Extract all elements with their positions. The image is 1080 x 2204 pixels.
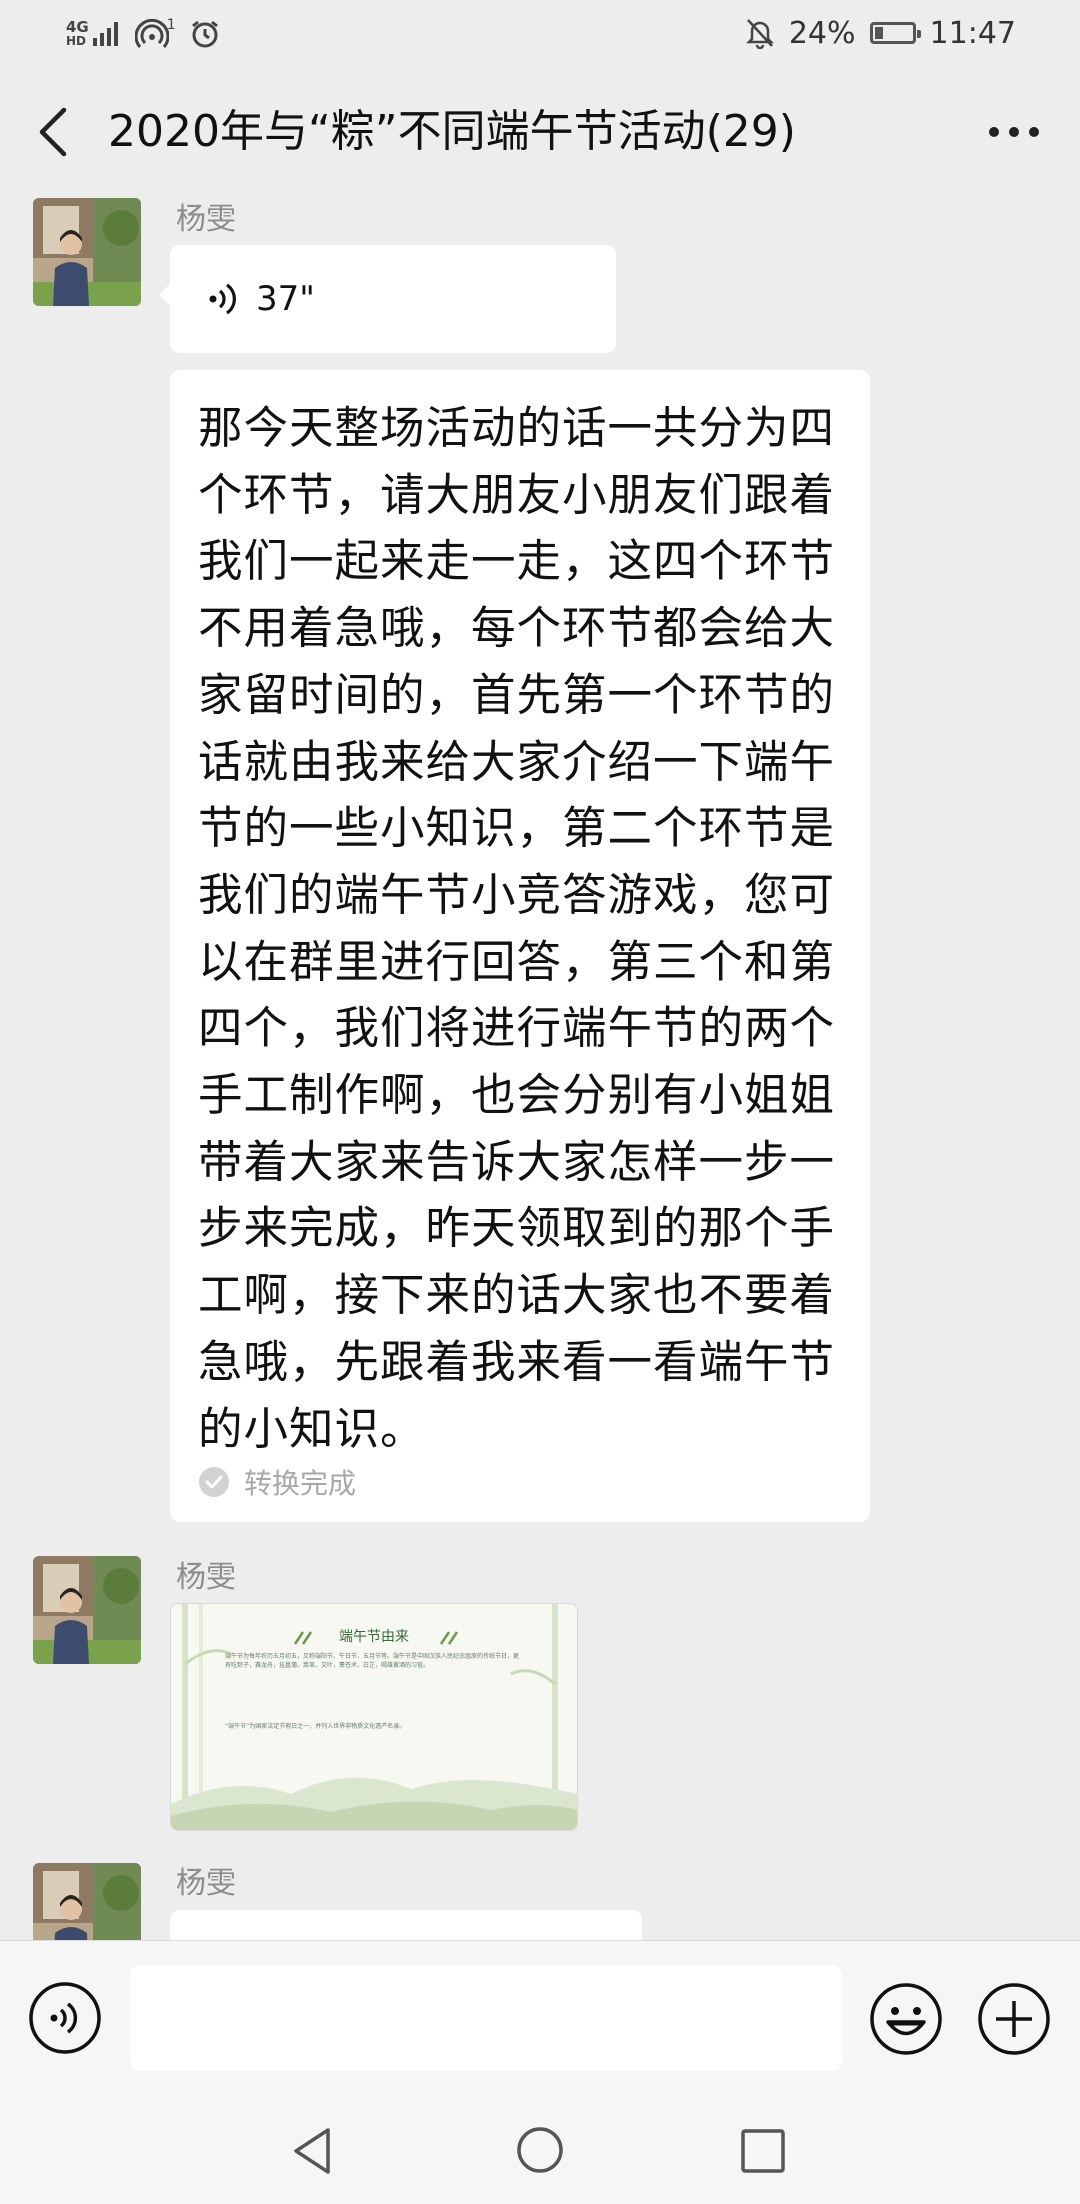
voice-wave-icon bbox=[209, 283, 236, 315]
status-bar: 4G HD 1 24% 11:47 bbox=[0, 0, 1080, 66]
transcript-bubble[interactable]: 那今天整场活动的话一共分为四个环节，请大朋友小朋友们跟着我们一起来走一走，这四个… bbox=[170, 370, 870, 1522]
alarm-icon bbox=[191, 20, 218, 48]
avatar-photo bbox=[33, 1556, 141, 1664]
chat-title: 2020年与“粽”不同端午节活动(29) bbox=[108, 106, 796, 157]
battery-percent: 24% bbox=[788, 15, 856, 51]
sender-name: 杨雯 bbox=[176, 1866, 236, 1901]
image-title: 端午节由来 bbox=[339, 1629, 409, 1645]
voice-duration: 37" bbox=[256, 279, 315, 319]
plus-icon[interactable] bbox=[976, 1981, 1052, 2057]
signal-icon bbox=[92, 22, 118, 46]
input-bar bbox=[0, 1940, 1080, 2095]
nav-back-icon[interactable] bbox=[288, 2126, 336, 2176]
image-paragraph: 端午节为每年农历五月初五，又称端阳节、午日节、五月节等。端午节是中国汉族人民纪念… bbox=[225, 1653, 520, 1669]
voice-message-bubble[interactable]: 37" bbox=[159, 245, 616, 353]
avatar[interactable] bbox=[33, 1863, 141, 1940]
image-message[interactable]: 端午节由来 端午节为每年农历五月初五，又称端阳节、午日节、五月节等。端午节是中国… bbox=[170, 1603, 578, 1831]
status-left: 4G HD 1 bbox=[66, 14, 220, 54]
avatar-photo bbox=[33, 198, 141, 306]
transcript-text: 那今天整场活动的话一共分为四个环节，请大朋友小朋友们跟着我们一起来走一走，这四个… bbox=[198, 403, 836, 1455]
wifi-superscript: 1 bbox=[166, 17, 176, 33]
battery-icon bbox=[869, 22, 921, 44]
avatar-photo bbox=[33, 1863, 141, 1940]
clock: 11:47 bbox=[929, 15, 1016, 51]
mute-icon bbox=[745, 19, 774, 49]
message-input[interactable] bbox=[130, 1965, 842, 2071]
transcript-status-label: 转换完成 bbox=[244, 1467, 357, 1500]
image-paragraph: “端午节”为国家法定节假日之一，并列入世界非物质文化遗产名录。 bbox=[225, 1723, 406, 1730]
emoji-icon[interactable] bbox=[868, 1981, 944, 2057]
avatar[interactable] bbox=[33, 1556, 141, 1664]
check-circle-icon bbox=[199, 1467, 229, 1497]
sender-name: 杨雯 bbox=[176, 1560, 236, 1595]
status-right: 24% 11:47 bbox=[745, 10, 1016, 56]
network-type-label: 4G bbox=[66, 18, 89, 36]
more-icon[interactable] bbox=[986, 122, 1042, 142]
hotspot-icon bbox=[134, 18, 169, 48]
network-hd-label: HD bbox=[66, 34, 87, 48]
nav-recent-icon[interactable] bbox=[740, 2128, 786, 2174]
bubble-tail bbox=[159, 283, 171, 307]
system-nav-bar bbox=[0, 2094, 1080, 2204]
voice-input-icon[interactable] bbox=[28, 1981, 102, 2055]
nav-home-icon[interactable] bbox=[516, 2126, 564, 2174]
chat-header: 2020年与“粽”不同端午节活动(29) bbox=[0, 66, 1080, 196]
network-indicator: 4G HD bbox=[66, 20, 121, 48]
transcript-status: 转换完成 bbox=[198, 1462, 356, 1502]
chevron-left-icon[interactable] bbox=[34, 106, 74, 158]
avatar[interactable] bbox=[33, 198, 141, 306]
sender-name: 杨雯 bbox=[176, 202, 236, 237]
